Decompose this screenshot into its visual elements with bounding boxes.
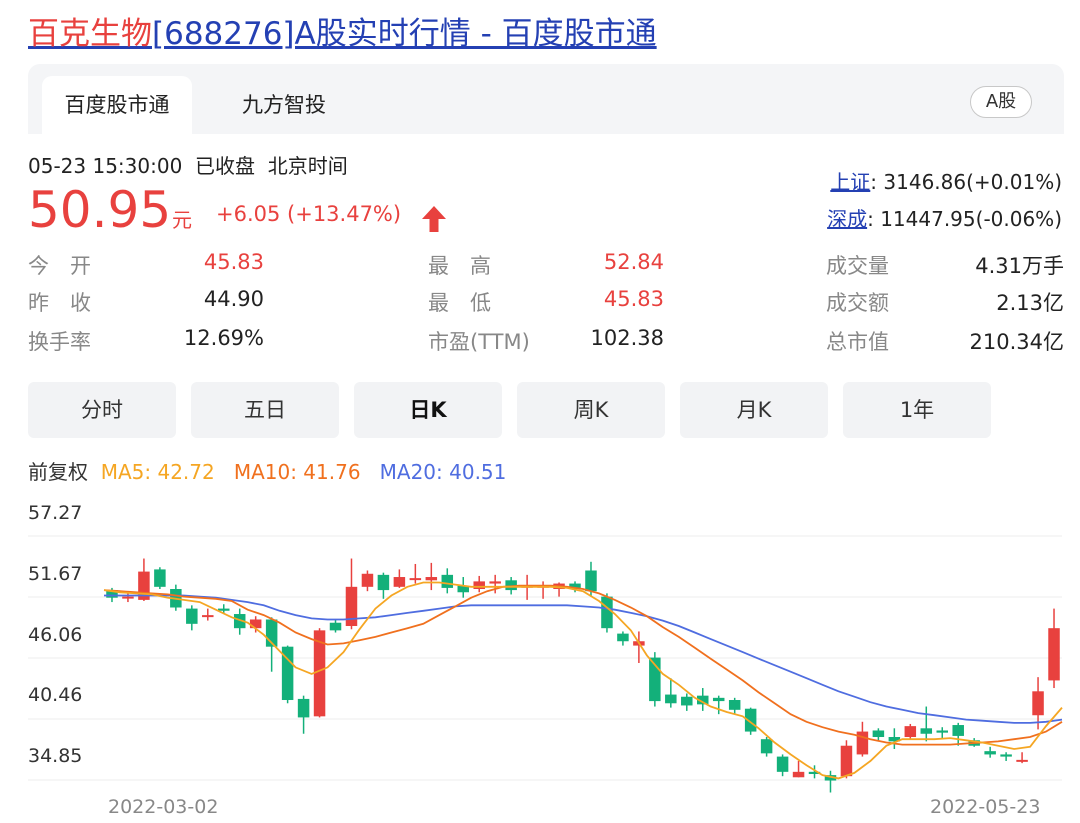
candle-body (665, 694, 677, 704)
candle-body (776, 756, 789, 772)
candle-body (681, 696, 693, 706)
candle-body (186, 608, 198, 624)
candle-body (1016, 759, 1028, 762)
candle-body (617, 633, 629, 642)
candle-body (361, 573, 374, 587)
candle-body (585, 570, 597, 592)
candle-body (1000, 754, 1012, 757)
candle-body (728, 700, 741, 710)
candle-body (154, 569, 166, 587)
candle-body (840, 745, 853, 777)
candle-body (984, 751, 996, 755)
candle-body (393, 577, 406, 587)
candle-body (920, 728, 933, 734)
ma20-line (104, 594, 1063, 724)
candle-body (1032, 691, 1044, 716)
candle-body (425, 577, 438, 581)
kline-chart[interactable] (0, 0, 1080, 823)
x-end-date: 2022-05-23 (930, 796, 1041, 818)
candle-body (473, 581, 485, 590)
candle-body (409, 578, 422, 581)
ma10-line (103, 584, 1063, 746)
candle-body (872, 730, 885, 738)
candle-body (297, 698, 310, 718)
candle-body (936, 730, 948, 733)
candle-body (218, 608, 230, 611)
ma5-line (103, 581, 1063, 780)
candle-body (712, 697, 725, 702)
candle-body (122, 596, 134, 599)
candle-body (489, 581, 501, 584)
candle-body (249, 619, 262, 629)
candle-body (329, 622, 342, 631)
candle-body (1048, 628, 1060, 681)
candle-body (792, 771, 805, 778)
x-start-date: 2022-03-02 (108, 796, 219, 818)
candle-body (377, 574, 390, 591)
candle-body (601, 596, 613, 629)
candle-body (904, 726, 917, 738)
candle-body (952, 725, 964, 736)
candle-body (202, 615, 214, 618)
candle-body (441, 574, 454, 588)
candle-body (760, 739, 773, 754)
